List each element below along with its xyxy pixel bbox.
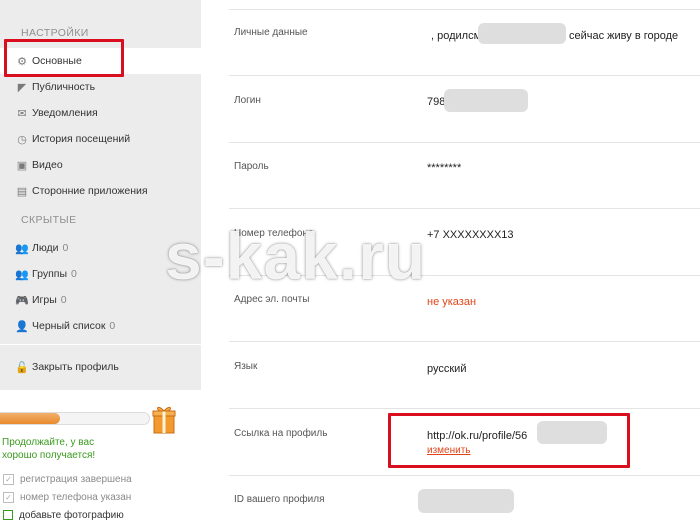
sidebar-item-notifications[interactable]: ✉ Уведомления (0, 100, 201, 126)
row-divider (229, 208, 700, 209)
settings-section-title: НАСТРОЙКИ (21, 27, 89, 39)
login-label: Логин (234, 95, 261, 106)
change-link[interactable]: изменить (427, 445, 471, 456)
row-divider (229, 9, 700, 10)
row-divider (229, 275, 700, 276)
language-value[interactable]: русский (427, 363, 466, 375)
gift-icon (152, 406, 176, 434)
sidebar-item-count: 0 (71, 268, 77, 280)
sidebar-item-label: Сторонние приложения (32, 185, 148, 197)
profile-progress-bar (0, 412, 150, 425)
sidebar-item-label: История посещений (32, 133, 131, 145)
row-divider (229, 341, 700, 342)
blacklist-icon: 👤 (15, 320, 29, 333)
sidebar-item-label: Уведомления (32, 107, 98, 119)
envelope-icon: ✉ (17, 107, 27, 120)
sidebar-item-blacklist[interactable]: 👤 Черный список 0 (0, 313, 201, 339)
blurred-value (478, 23, 566, 44)
sidebar-item-count: 0 (60, 294, 67, 306)
phone-value: +7 XXXXXXXX13 (427, 229, 514, 241)
row-divider (229, 408, 700, 409)
personal-data-suffix: сейчас живу в городе (569, 30, 679, 42)
password-label: Пароль (234, 161, 269, 172)
sidebar-item-apps[interactable]: ▤ Сторонние приложения (0, 178, 201, 204)
video-icon: ▣ (16, 159, 28, 172)
checklist-item-registration: ✓ регистрация завершена (3, 472, 132, 486)
sidebar-item-label: Видео (32, 159, 63, 171)
blurred-value (537, 421, 607, 444)
blurred-value (444, 89, 528, 112)
settings-sidebar: НАСТРОЙКИ ⚙ Основные ◤ Публичность ✉ Уве… (0, 0, 201, 390)
sidebar-item-label: Публичность (32, 81, 96, 93)
sidebar-item-basic[interactable]: ⚙ Основные (0, 48, 201, 74)
history-icon: ◷ (17, 133, 27, 146)
sidebar-item-people[interactable]: 👥 Люди 0 (0, 235, 201, 261)
checklist-label: добавьте фотографию (19, 509, 124, 521)
close-profile-button[interactable]: 🔓 Закрыть профиль (0, 354, 201, 380)
apps-icon: ▤ (16, 185, 28, 198)
checklist-label: регистрация завершена (20, 473, 132, 485)
progress-message: Продолжайте, у вас хорошо получается! (2, 437, 96, 461)
hidden-section-title: СКРЫТЫЕ (21, 214, 77, 226)
blurred-value (418, 489, 514, 513)
lock-icon: 🔓 (15, 361, 29, 374)
phone-label: Номер телефона (234, 228, 314, 239)
checklist-label: номер телефона указан (20, 491, 132, 503)
row-divider (229, 475, 700, 476)
row-divider (229, 75, 700, 76)
gear-icon: ⚙ (17, 55, 27, 68)
people-icon: 👥 (15, 242, 29, 255)
sidebar-item-count: 0 (109, 320, 116, 332)
sidebar-item-label: Закрыть профиль (32, 361, 119, 373)
sidebar-item-label: Люди (32, 242, 59, 254)
profile-link-value: http://ok.ru/profile/56 (427, 430, 528, 442)
password-value: ******** (427, 162, 462, 174)
checklist-item-phone: ✓ номер телефона указан (3, 490, 131, 504)
personal-data-prefix: , родилсм (431, 30, 482, 42)
profile-id-label: ID вашего профиля (234, 494, 325, 505)
sidebar-item-groups[interactable]: 👥 Группы 0 (0, 261, 201, 287)
sidebar-item-games[interactable]: 🎮 Игры 0 (0, 287, 201, 313)
row-divider (229, 142, 700, 143)
sidebar-item-count: 0 (62, 242, 69, 254)
empty-checkbox-icon (3, 510, 13, 520)
groups-icon: 👥 (15, 268, 29, 281)
profile-link-label: Ссылка на профиль (234, 428, 328, 439)
sidebar-item-label: Черный список (32, 320, 106, 332)
sidebar-item-label: Основные (32, 55, 82, 67)
checkmark-icon: ✓ (3, 473, 14, 485)
sidebar-divider (0, 344, 201, 345)
sidebar-item-publicity[interactable]: ◤ Публичность (0, 74, 201, 100)
gamepad-icon: 🎮 (15, 294, 29, 307)
email-label: Адрес эл. почты (234, 294, 310, 305)
checklist-item-photo[interactable]: добавьте фотографию (3, 508, 124, 522)
language-label: Язык (234, 361, 258, 372)
personal-data-label: Личные данные (234, 27, 308, 38)
megaphone-icon: ◤ (17, 81, 27, 94)
progress-fill (0, 413, 60, 424)
email-value[interactable]: не указан (427, 296, 476, 308)
sidebar-item-label: Группы (32, 268, 67, 280)
sidebar-item-label: Игры (32, 294, 57, 306)
sidebar-item-video[interactable]: ▣ Видео (0, 152, 201, 178)
profile-settings-table: Личные данные , родилсм сейчас живу в го… (229, 0, 700, 525)
checkmark-icon: ✓ (3, 491, 14, 503)
login-value: 798 (427, 96, 446, 108)
sidebar-item-history[interactable]: ◷ История посещений (0, 126, 201, 152)
